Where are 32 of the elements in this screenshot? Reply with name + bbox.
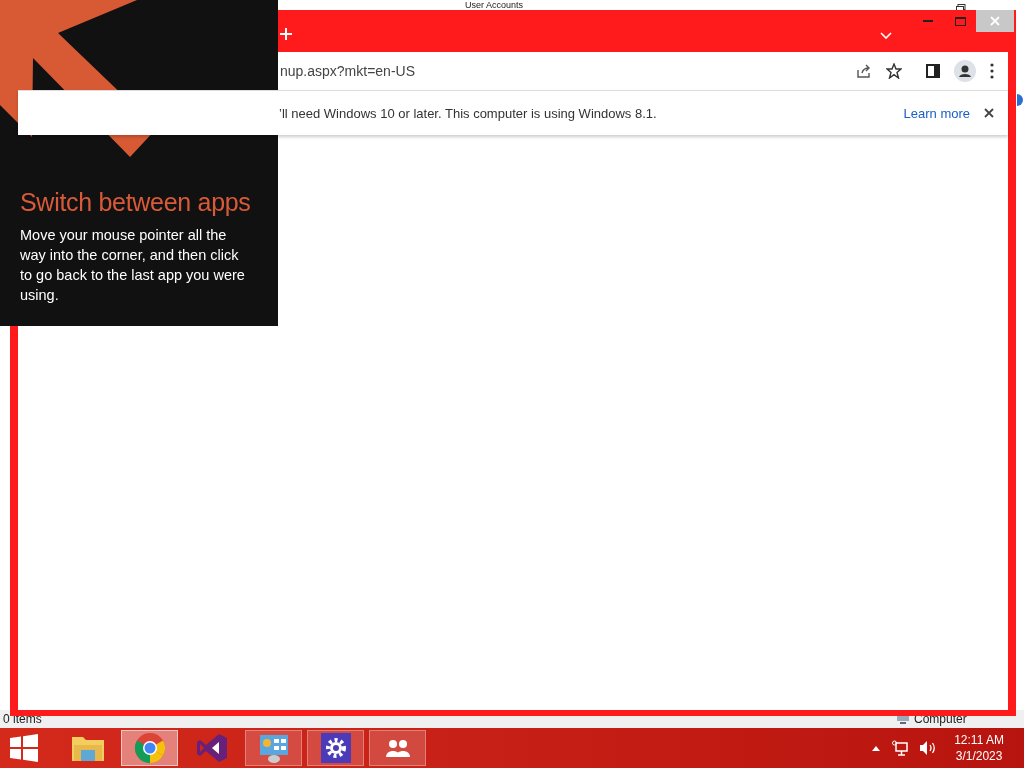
gear-icon[interactable]: [320, 733, 351, 763]
clock[interactable]: 12:11 AM 3/1/2023: [954, 732, 1004, 764]
share-icon[interactable]: [856, 63, 872, 79]
tip-body: Move your mouse pointer all the way into the corner, and then click to go back to the last app you were using.: [20, 226, 246, 305]
taskbar-button[interactable]: [245, 730, 302, 766]
control-panel-icon[interactable]: [257, 733, 290, 763]
tray-arrow-icon[interactable]: [872, 745, 881, 751]
chrome-icon[interactable]: [133, 732, 166, 764]
profile-icon[interactable]: [954, 60, 976, 82]
people-icon[interactable]: [384, 738, 411, 758]
star-icon[interactable]: [886, 63, 902, 79]
minimize-icon[interactable]: [923, 19, 933, 23]
maximize-icon[interactable]: [954, 16, 966, 26]
taskbar-button[interactable]: [369, 730, 426, 766]
learn-more-link[interactable]: Learn more: [903, 105, 970, 121]
windows-start-icon[interactable]: [10, 734, 38, 762]
network-icon[interactable]: [892, 740, 909, 756]
chevron-icon[interactable]: [880, 32, 892, 40]
window-title: User Accounts: [465, 0, 524, 10]
tip-title: Switch between apps: [20, 188, 252, 217]
taskbar-button[interactable]: [121, 730, 178, 766]
address-text[interactable]: nup.aspx?mkt=en-US: [280, 63, 416, 79]
taskbar-button[interactable]: [307, 730, 364, 766]
speaker-icon[interactable]: [920, 741, 937, 755]
help-icon[interactable]: [1017, 94, 1023, 106]
new-tab-icon[interactable]: [280, 28, 292, 40]
infinity-logo-icon[interactable]: [195, 732, 228, 764]
close-icon[interactable]: [984, 108, 994, 118]
infobar-message: ’ll need Windows 10 or later. This computer is using Windows 8.1.: [279, 105, 657, 121]
menu-icon[interactable]: [990, 63, 994, 79]
side-panel-icon[interactable]: [926, 64, 940, 78]
status-text: 0 items: [3, 712, 42, 726]
